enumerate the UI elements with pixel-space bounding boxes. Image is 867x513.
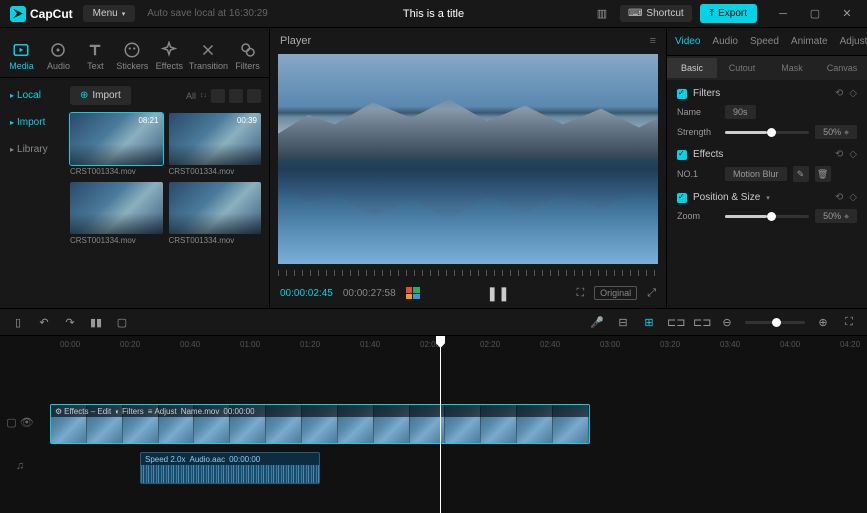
position-heading: Position & Size xyxy=(693,192,760,203)
zoom-out-icon[interactable]: ⊖ xyxy=(719,316,735,329)
subtab-mask[interactable]: Mask xyxy=(767,58,817,78)
tab-transition[interactable]: Transition xyxy=(189,34,228,77)
view-sort-icon[interactable] xyxy=(247,89,261,103)
media-panel: Media Audio Text Stickers Effects Transi… xyxy=(0,28,270,308)
fit-icon[interactable]: ⛶ xyxy=(841,316,857,329)
titlebar: CapCut Menu▾ Auto save local at 16:30:29… xyxy=(0,0,867,28)
export-button[interactable]: ⤒ Export xyxy=(700,4,757,23)
ratio-button[interactable]: Original xyxy=(594,286,637,300)
reset-icon[interactable]: ⟲ xyxy=(835,192,843,203)
timeline: ▢ 👁 ♫ 00:00 00:20 00:40 01:00 01:20 01:4… xyxy=(0,336,867,513)
subtab-cutout[interactable]: Cutout xyxy=(717,58,767,78)
redo-icon[interactable]: ↷ xyxy=(62,316,78,329)
sidebar-item-local[interactable]: Local xyxy=(4,86,58,105)
total-timecode: 00:00:27:58 xyxy=(343,288,396,299)
media-item[interactable]: CRST001334.mov xyxy=(169,182,262,245)
playhead[interactable] xyxy=(440,336,441,513)
preview-viewport[interactable] xyxy=(278,54,658,264)
proptab-animate[interactable]: Animate xyxy=(791,36,828,47)
menu-button[interactable]: Menu▾ xyxy=(83,5,136,22)
strength-slider[interactable] xyxy=(725,131,809,134)
mic-icon[interactable]: 🎤 xyxy=(589,316,605,329)
audio-clip[interactable]: Speed 2.0xAudio.aac00:00:00 xyxy=(140,452,320,484)
split-icon[interactable]: ▮▮ xyxy=(88,316,104,329)
track-icon[interactable]: ⊟ xyxy=(615,316,631,329)
filter-name-value[interactable]: 90s xyxy=(725,105,756,119)
tab-media[interactable]: Media xyxy=(4,34,39,77)
magnet-icon[interactable]: ⊞ xyxy=(641,316,657,329)
reset-icon[interactable]: ⟲ xyxy=(835,88,843,99)
keyframe-icon[interactable]: ◇ xyxy=(849,88,857,99)
effects-checkbox[interactable] xyxy=(677,150,687,160)
brand-name: CapCut xyxy=(30,7,73,21)
zoom-value[interactable]: 50% xyxy=(815,209,857,223)
play-pause-button[interactable]: ❚❚ xyxy=(486,285,509,302)
sidebar-item-library[interactable]: Library xyxy=(4,140,58,159)
video-clip[interactable]: ⚙ Effects – Edit ◐ Filters ≡ Adjust Name… xyxy=(50,404,590,444)
select-tool-icon[interactable]: ▯ xyxy=(10,316,26,329)
zoom-slider[interactable] xyxy=(725,215,809,218)
edit-icon[interactable]: ✎ xyxy=(793,166,809,182)
media-item[interactable]: CRST001334.mov xyxy=(70,182,163,245)
view-grid-icon[interactable] xyxy=(211,89,225,103)
delete-icon[interactable]: 🗑 xyxy=(815,166,831,182)
maximize-icon[interactable]: ▢ xyxy=(805,4,825,24)
proptab-video[interactable]: Video xyxy=(675,36,700,47)
tab-text[interactable]: Text xyxy=(78,34,113,77)
keyframe-icon[interactable]: ◇ xyxy=(849,192,857,203)
subtab-canvas[interactable]: Canvas xyxy=(817,58,867,78)
import-button[interactable]: Import xyxy=(70,86,131,105)
position-checkbox[interactable] xyxy=(677,193,687,203)
keyframe-icon[interactable]: ◇ xyxy=(849,149,857,160)
minimize-icon[interactable]: ─ xyxy=(773,4,793,24)
subtab-basic[interactable]: Basic xyxy=(667,58,717,78)
player-panel: Player ≡ 00:00:02:45 00:00:27:58 ❚❚ ⛶ Ori… xyxy=(270,28,667,308)
player-menu-icon[interactable]: ≡ xyxy=(650,35,656,47)
crop-icon[interactable]: ⛶ xyxy=(576,287,584,300)
media-item[interactable]: 00:39CRST001334.mov xyxy=(169,113,262,176)
current-timecode: 00:00:02:45 xyxy=(280,288,333,299)
properties-panel: Video Audio Speed Animate Adjust Basic C… xyxy=(667,28,867,308)
autosave-status: Auto save local at 16:30:29 xyxy=(147,8,268,19)
delete-tool-icon[interactable]: ▢ xyxy=(114,316,130,329)
effect-name: Motion Blur xyxy=(725,167,787,181)
zoom-in-icon[interactable]: ⊕ xyxy=(815,316,831,329)
media-item[interactable]: 08:21CRST001334.mov xyxy=(70,113,163,176)
timeline-ruler[interactable]: 00:00 00:20 00:40 01:00 01:20 01:40 02:0… xyxy=(40,336,867,356)
tab-stickers[interactable]: Stickers xyxy=(115,34,150,77)
proptab-adjust[interactable]: Adjust xyxy=(840,36,867,47)
layout-icon[interactable]: ▥ xyxy=(592,4,612,24)
filters-checkbox[interactable] xyxy=(677,89,687,99)
close-icon[interactable]: ✕ xyxy=(837,4,857,24)
shortcut-button[interactable]: ⌨ Shortcut xyxy=(620,5,692,22)
timeline-toolbar: ▯ ↶ ↷ ▮▮ ▢ 🎤 ⊟ ⊞ ⊏⊐ ⊏⊐ ⊖ ⊕ ⛶ xyxy=(0,308,867,336)
sidebar-item-import[interactable]: Import xyxy=(4,113,58,132)
undo-icon[interactable]: ↶ xyxy=(36,316,52,329)
link-icon[interactable]: ⊏⊐ xyxy=(667,316,683,329)
video-track-label[interactable]: ▢ 👁 xyxy=(0,400,40,444)
tab-filters[interactable]: Filters xyxy=(230,34,265,77)
view-list-icon[interactable] xyxy=(229,89,243,103)
audio-track-label[interactable]: ♫ xyxy=(0,444,40,488)
filters-heading: Filters xyxy=(693,88,720,99)
effects-heading: Effects xyxy=(693,149,723,160)
player-label: Player xyxy=(280,35,311,47)
app-logo: CapCut xyxy=(10,6,73,22)
tab-audio[interactable]: Audio xyxy=(41,34,76,77)
filter-all[interactable]: All xyxy=(186,91,196,101)
preview-icon[interactable]: ⊏⊐ xyxy=(693,316,709,329)
tab-effects[interactable]: Effects xyxy=(152,34,187,77)
logo-icon xyxy=(10,6,26,22)
project-title[interactable]: This is a title xyxy=(403,8,464,20)
color-preview-icon[interactable] xyxy=(406,287,420,299)
fullscreen-icon[interactable]: ⤢ xyxy=(647,287,656,300)
reset-icon[interactable]: ⟲ xyxy=(835,149,843,160)
preview-ruler[interactable] xyxy=(278,268,658,278)
strength-value[interactable]: 50% xyxy=(815,125,857,139)
proptab-audio[interactable]: Audio xyxy=(712,36,738,47)
timeline-zoom-slider[interactable] xyxy=(745,321,805,324)
proptab-speed[interactable]: Speed xyxy=(750,36,779,47)
